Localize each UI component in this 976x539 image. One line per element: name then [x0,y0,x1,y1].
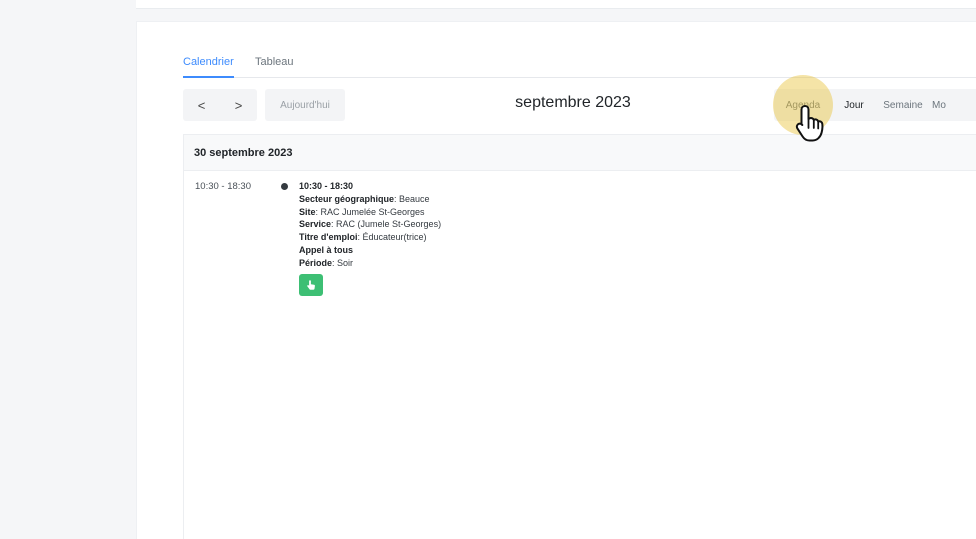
event-title: 10:30 - 18:30 [299,181,354,191]
view-jour-button[interactable]: Jour [832,89,876,121]
period-value: : Soir [332,257,354,268]
tab-tableau[interactable]: Tableau [255,56,294,76]
hand-pointer-icon [307,279,315,290]
event-sector: Secteur géographique: Beauce [299,193,441,206]
top-card [136,0,976,9]
view-tabs: Calendrier Tableau [183,52,976,78]
event-details: 10:30 - 18:30 Secteur géographique: Beau… [299,180,441,296]
site-label: Site [299,206,316,217]
prev-button[interactable]: < [183,89,220,121]
calendar-toolbar: < > Aujourd'hui septembre 2023 Agenda Jo… [183,89,976,121]
chevron-right-icon: > [234,97,243,113]
agenda-date-header: 30 septembre 2023 [184,135,976,171]
event-site: Site: RAC Jumelée St-Georges [299,206,441,219]
job-value: : Éducateur(trice) [357,232,427,243]
next-button[interactable]: > [220,89,257,121]
event-time: 10:30 - 18:30 [195,181,251,192]
view-agenda-button[interactable]: Agenda [774,89,832,121]
job-label: Titre d'emploi [299,232,358,243]
event-dot-icon [281,183,288,190]
month-title: septembre 2023 [515,94,631,111]
agenda-view: 30 septembre 2023 10:30 - 18:30 10:30 - … [183,134,976,539]
sector-value: : Beauce [394,193,430,204]
tab-calendrier[interactable]: Calendrier [183,56,234,78]
period-label: Période [299,257,333,268]
event-call: Appel à tous [299,244,354,255]
agenda-event: 10:30 - 18:30 10:30 - 18:30 Secteur géog… [184,171,976,539]
today-button[interactable]: Aujourd'hui [265,89,345,121]
view-mois-button[interactable]: Mo [930,89,970,121]
view-switcher: Agenda Jour Semaine Mo [774,89,976,121]
event-service: Service: RAC (Jumele St-Georges) [299,218,441,231]
site-value: : RAC Jumelée St-Georges [315,206,425,217]
service-label: Service [299,219,332,230]
sector-label: Secteur géographique [299,193,395,204]
left-strip [0,0,8,539]
nav-group: < > [183,89,257,121]
event-action-button[interactable] [299,273,323,296]
service-value: : RAC (Jumele St-Georges) [331,219,442,230]
chevron-left-icon: < [197,97,206,113]
event-period: Période: Soir [299,257,441,270]
event-job-title: Titre d'emploi: Éducateur(trice) [299,231,441,244]
view-semaine-button[interactable]: Semaine [876,89,930,121]
calendar-card: Calendrier Tableau < > Aujourd'hui septe… [136,21,976,539]
